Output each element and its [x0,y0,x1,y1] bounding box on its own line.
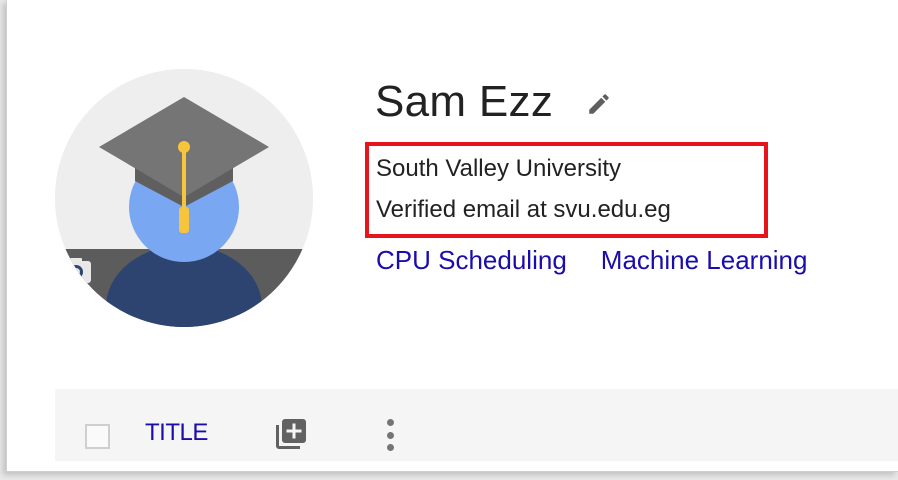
profile-card: Sam Ezz South Valley University Verified… [6,0,898,472]
interest-link-machine-learning[interactable]: Machine Learning [601,244,808,276]
add-photo-icon [55,252,91,283]
profile-verified-email: Verified email at svu.edu.eg [376,196,671,223]
articles-toolbar: TITLE [55,389,898,461]
add-box-icon [276,419,306,449]
more-vertical-icon [386,419,394,426]
name-row: Sam Ezz [375,76,615,128]
sort-by-title-button[interactable]: TITLE [145,419,208,447]
profile-affiliation: South Valley University [376,155,621,182]
more-options-button[interactable] [379,417,401,453]
pencil-icon [589,94,609,114]
edit-profile-button[interactable] [583,88,615,120]
profile-avatar [55,69,313,327]
select-all-checkbox[interactable] [85,424,110,449]
change-photo-button[interactable] [55,249,313,327]
profile-name: Sam Ezz [375,77,554,126]
add-article-button[interactable] [273,416,309,452]
interest-link-cpu-scheduling[interactable]: CPU Scheduling [376,244,567,276]
profile-interests: CPU Scheduling Machine Learning [376,244,807,276]
